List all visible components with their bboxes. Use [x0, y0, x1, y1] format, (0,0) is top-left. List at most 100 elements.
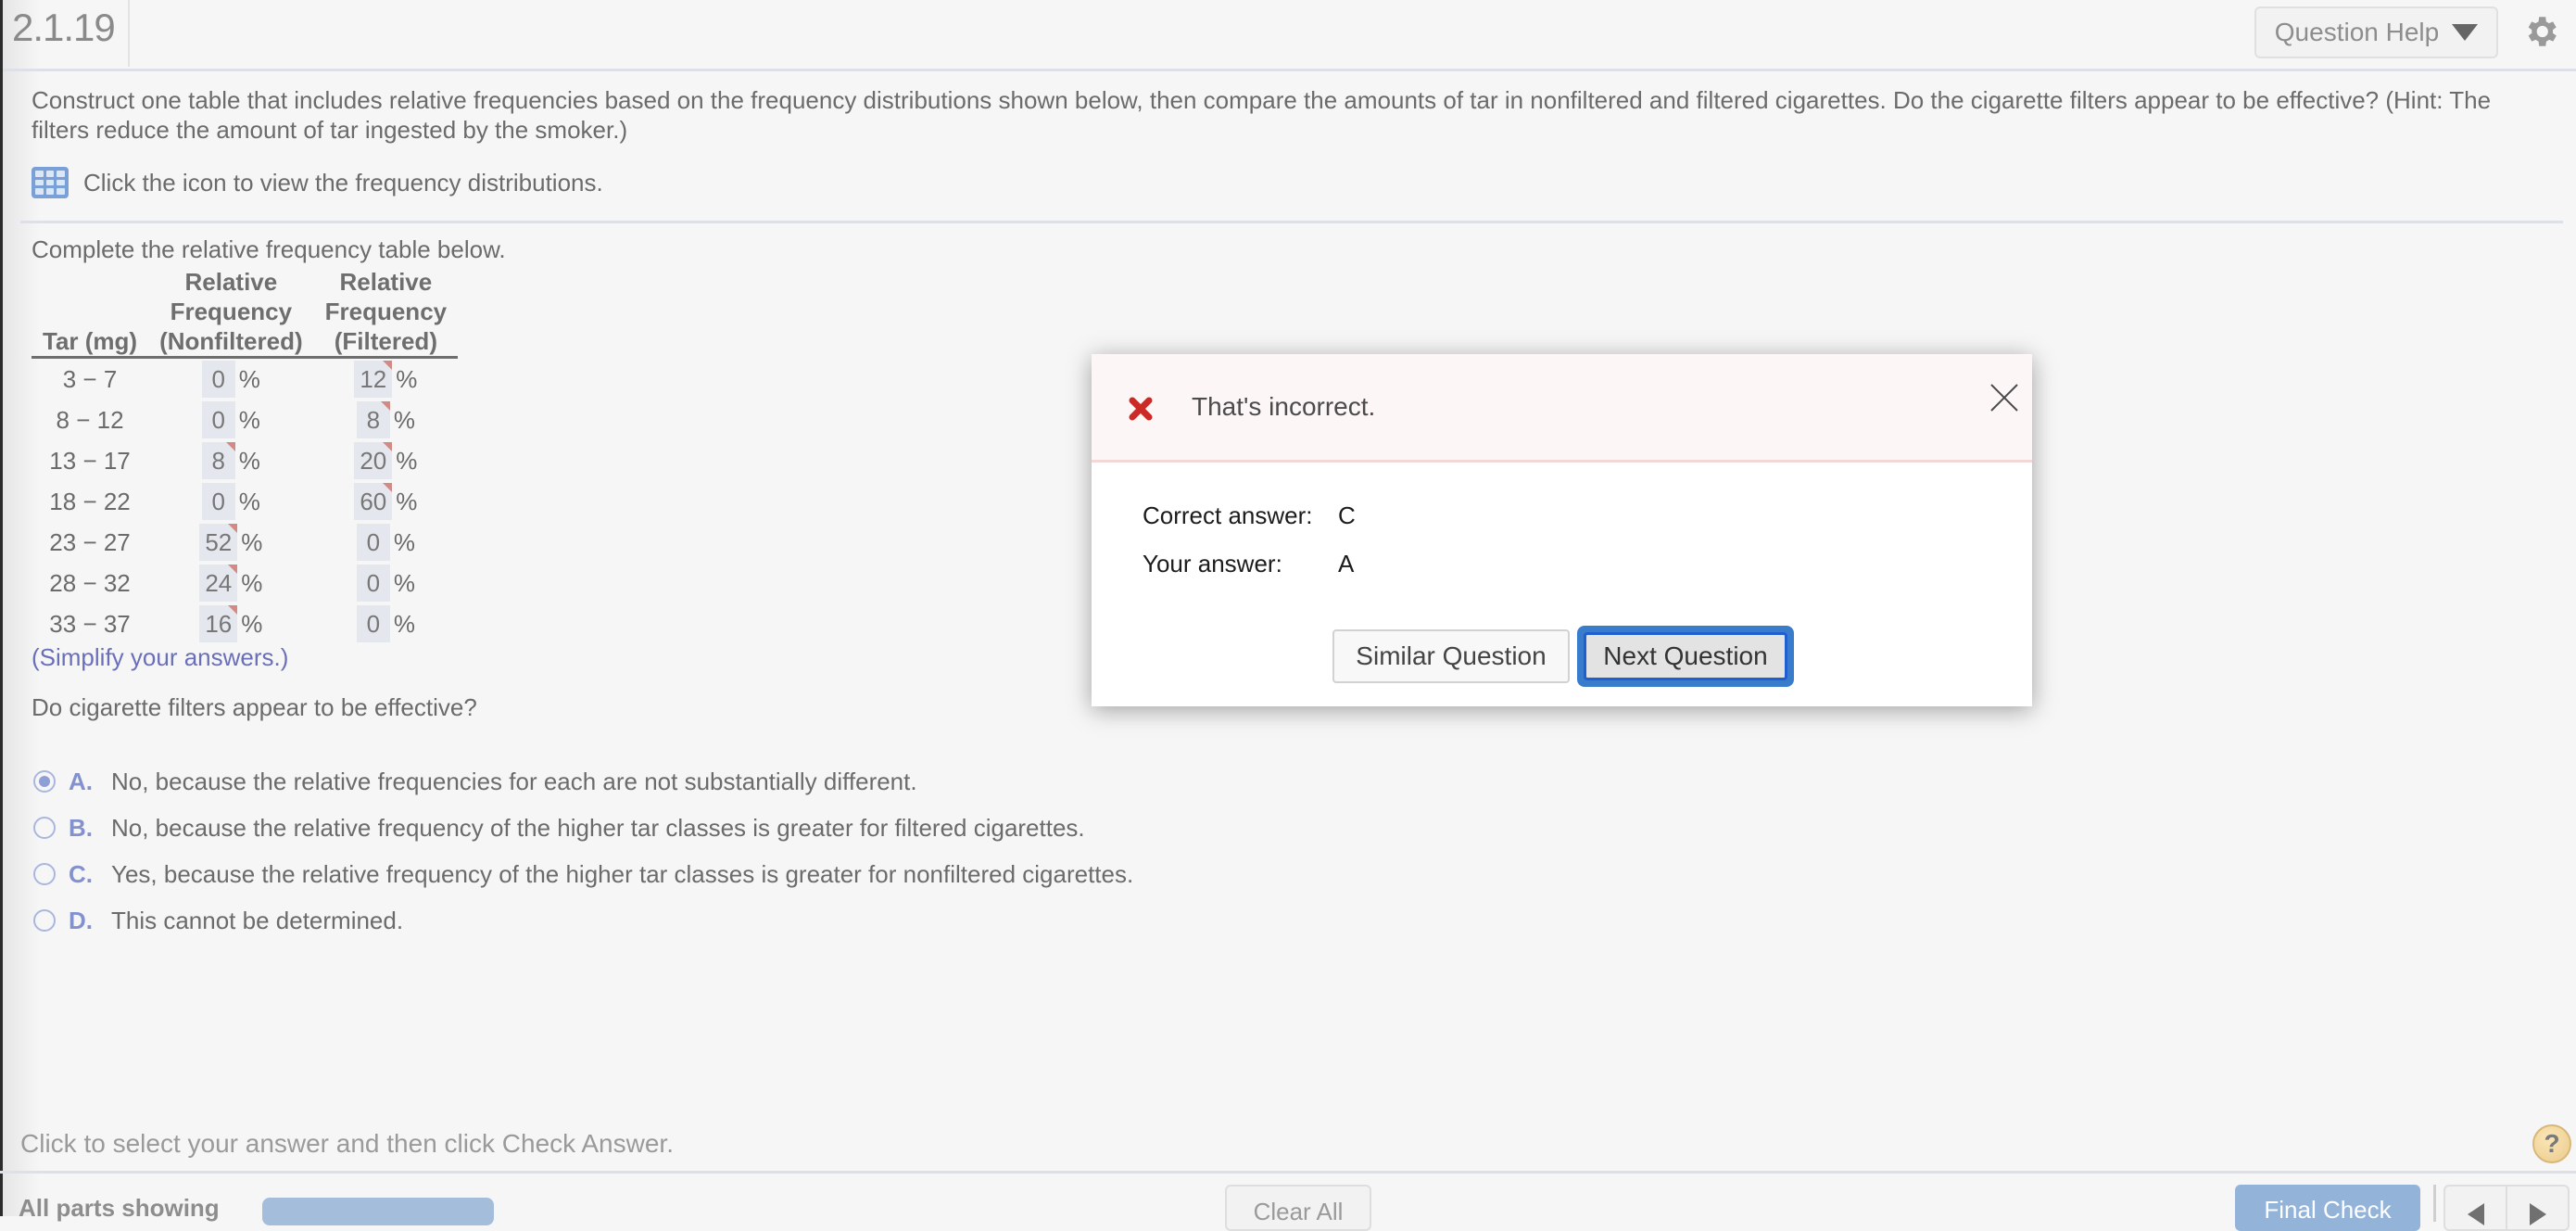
- table-row: 33 − 37 16% 0%: [32, 603, 458, 644]
- nonfiltered-answer-box[interactable]: 24: [199, 565, 238, 602]
- choice-b[interactable]: B. No, because the relative frequency of …: [33, 805, 1133, 851]
- clear-all-button[interactable]: Clear All: [1225, 1185, 1371, 1231]
- previous-question-button[interactable]: [2445, 1187, 2506, 1229]
- tar-range-cell: 18 − 22: [32, 481, 148, 522]
- final-check-button[interactable]: Final Check: [2235, 1185, 2420, 1231]
- filtered-answer-box[interactable]: 8: [356, 401, 390, 438]
- choice-text: Yes, because the relative frequency of t…: [111, 859, 1134, 888]
- percent-sign: %: [393, 568, 415, 597]
- radio-icon[interactable]: [33, 817, 56, 839]
- nonfiltered-answer: 8%: [201, 442, 260, 479]
- table-row: 3 − 7 0% 12%: [32, 358, 458, 400]
- your-answer-label: Your answer:: [1143, 550, 1282, 577]
- correct-answer-label: Correct answer:: [1143, 501, 1313, 529]
- percent-sign: %: [396, 364, 418, 393]
- table-row: 13 − 17 8% 20%: [32, 440, 458, 481]
- percent-sign: %: [241, 609, 263, 638]
- gear-icon[interactable]: [2521, 12, 2560, 51]
- filtered-answer-box[interactable]: 0: [356, 605, 390, 642]
- header-divider: [128, 0, 130, 67]
- table-grid-icon[interactable]: [32, 167, 69, 198]
- dialog-title: That's incorrect.: [1192, 392, 1376, 421]
- percent-sign: %: [238, 446, 260, 475]
- nonfiltered-answer-box[interactable]: 0: [201, 361, 235, 398]
- similar-question-button[interactable]: Similar Question: [1332, 629, 1570, 683]
- filtered-cell: 0%: [314, 603, 459, 644]
- choice-letter: A.: [69, 767, 93, 795]
- tar-range-cell: 3 − 7: [32, 358, 148, 400]
- filtered-answer: 0%: [356, 605, 415, 642]
- filtered-answer-box[interactable]: 12: [354, 361, 393, 398]
- nonfiltered-answer-box[interactable]: 8: [201, 442, 235, 479]
- nonfiltered-cell: 0%: [148, 481, 314, 522]
- filtered-answer: 60%: [354, 483, 417, 520]
- choice-a[interactable]: A. No, because the relative frequencies f…: [33, 758, 1133, 805]
- question-help-button[interactable]: Question Help: [2254, 6, 2498, 58]
- percent-sign: %: [238, 487, 260, 515]
- radio-icon[interactable]: [33, 909, 56, 932]
- choice-d[interactable]: D. This cannot be determined.: [33, 897, 1133, 944]
- table-row: 18 − 22 0% 60%: [32, 481, 458, 522]
- arrow-right-icon: [2529, 1203, 2546, 1225]
- nonfiltered-answer: 0%: [201, 361, 260, 398]
- answer-choices: A. No, because the relative frequencies f…: [33, 758, 1133, 944]
- close-icon[interactable]: [1989, 382, 2020, 413]
- percent-sign: %: [241, 568, 263, 597]
- tar-range-cell: 33 − 37: [32, 603, 148, 644]
- dialog-header: That's incorrect.: [1092, 354, 2032, 463]
- filtered-cell: 12%: [314, 358, 459, 400]
- percent-sign: %: [393, 405, 415, 434]
- filtered-answer-box[interactable]: 60: [354, 483, 393, 520]
- choice-c[interactable]: C. Yes, because the relative frequency of…: [33, 851, 1133, 897]
- nonfiltered-cell: 0%: [148, 400, 314, 440]
- all-parts-label: All parts showing: [19, 1194, 220, 1222]
- section-divider: [20, 221, 2563, 223]
- percent-sign: %: [238, 364, 260, 393]
- table-row: 23 − 27 52% 0%: [32, 522, 458, 563]
- x-mark-icon: [1129, 397, 1153, 421]
- choice-letter: B.: [69, 813, 93, 842]
- footer-hint: Click to select your answer and then cli…: [20, 1129, 674, 1158]
- tar-range: 3 − 7: [62, 364, 118, 393]
- arrow-left-icon: [2467, 1203, 2484, 1225]
- percent-sign: %: [396, 487, 418, 515]
- question-instructions: Construct one table that includes relati…: [32, 86, 2492, 144]
- header-nonfiltered: Relative Frequency (Nonfiltered): [148, 267, 314, 359]
- table-header-row: Tar (mg) Relative Frequency (Nonfiltered…: [32, 267, 459, 359]
- nonfiltered-answer: 0%: [201, 483, 260, 520]
- radio-icon[interactable]: [33, 863, 56, 885]
- table-row: 8 − 12 0% 8%: [32, 400, 458, 440]
- filtered-answer-box[interactable]: 20: [354, 442, 393, 479]
- next-question-button[interactable]: Next Question: [1577, 626, 1794, 687]
- percent-sign: %: [238, 405, 260, 434]
- filtered-cell: 20%: [314, 440, 459, 481]
- filtered-answer-box[interactable]: 0: [356, 524, 390, 561]
- table-prompt: Complete the relative frequency table be…: [32, 235, 506, 263]
- percent-sign: %: [241, 527, 263, 556]
- radio-selected-icon[interactable]: [33, 770, 56, 793]
- filtered-answer: 12%: [354, 361, 417, 398]
- filtered-cell: 0%: [314, 522, 459, 563]
- nonfiltered-answer-box[interactable]: 16: [199, 605, 238, 642]
- nav-separator: [2433, 1185, 2436, 1222]
- nonfiltered-answer: 52%: [199, 524, 262, 561]
- correct-answer-value: C: [1338, 501, 1356, 529]
- mc-prompt: Do cigarette filters appear to be effect…: [32, 693, 477, 721]
- frequency-distributions-link: Click the icon to view the frequency dis…: [32, 167, 603, 198]
- nonfiltered-answer-box[interactable]: 0: [201, 401, 235, 438]
- nonfiltered-answer-box[interactable]: 52: [199, 524, 238, 561]
- filtered-answer-box[interactable]: 0: [356, 565, 390, 602]
- question-nav: [2443, 1185, 2570, 1231]
- next-question-nav-button[interactable]: [2506, 1187, 2568, 1229]
- filtered-cell: 0%: [314, 563, 459, 603]
- nonfiltered-answer-box[interactable]: 0: [201, 483, 235, 520]
- parts-progress-button[interactable]: [262, 1198, 494, 1225]
- header-tar: Tar (mg): [32, 267, 149, 359]
- percent-sign: %: [396, 446, 418, 475]
- nonfiltered-cell: 16%: [148, 603, 314, 644]
- tar-range: 8 − 12: [56, 405, 124, 434]
- tar-range-cell: 8 − 12: [32, 400, 148, 440]
- help-question-icon[interactable]: ?: [2532, 1124, 2571, 1163]
- filtered-answer: 0%: [356, 565, 415, 602]
- choice-text: No, because the relative frequencies for…: [111, 767, 917, 795]
